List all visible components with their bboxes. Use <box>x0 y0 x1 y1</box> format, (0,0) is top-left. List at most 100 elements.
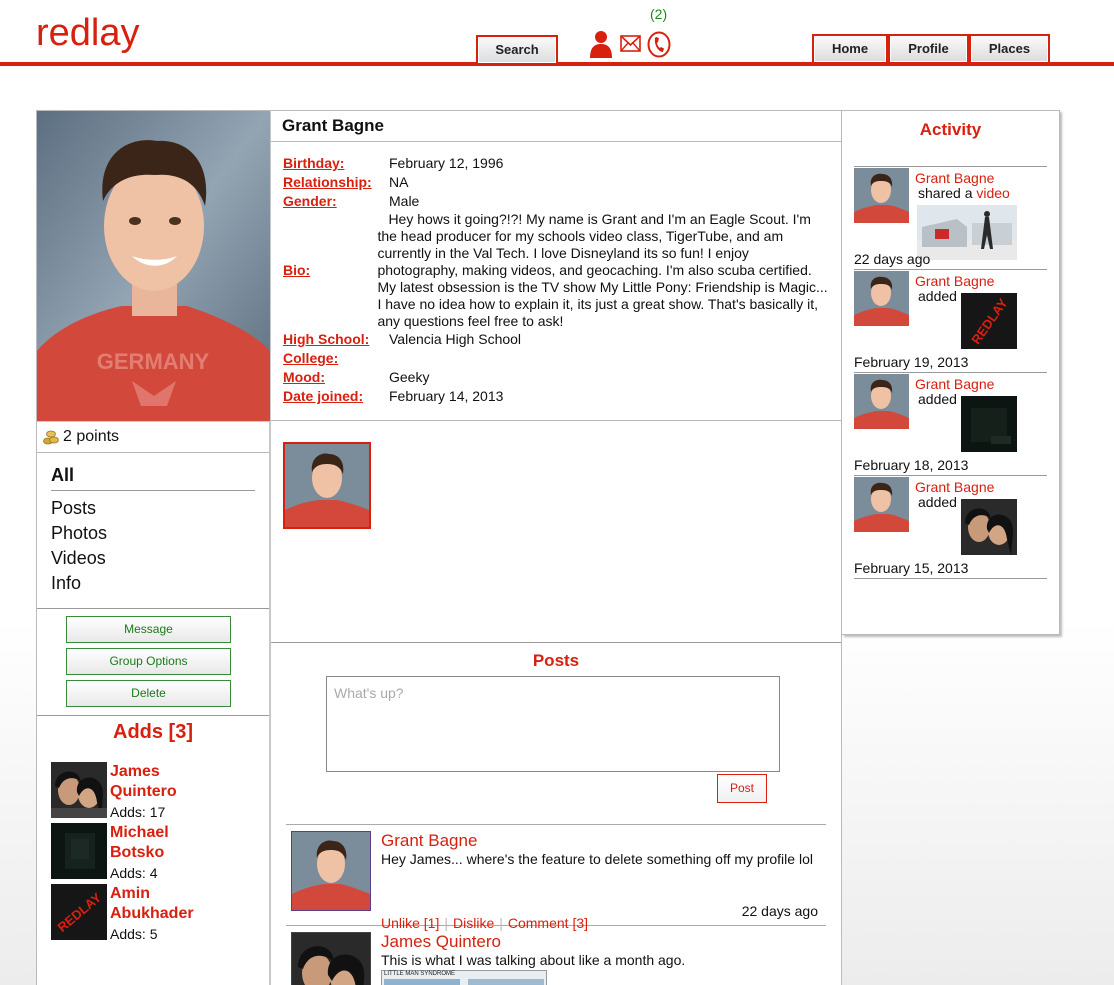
unlike-link[interactable]: Unlike [1] <box>381 915 439 931</box>
dislike-link[interactable]: Dislike <box>453 915 494 931</box>
activity-avatar[interactable] <box>854 271 909 326</box>
post-author[interactable]: Grant Bagne <box>381 831 821 851</box>
info-row-birthday: Birthday: February 12, 1996 <box>283 154 841 173</box>
mood-label[interactable]: Mood: <box>283 368 389 387</box>
birthday-label[interactable]: Birthday: <box>283 154 389 173</box>
filter-posts[interactable]: Posts <box>51 496 255 521</box>
couple-photo <box>292 933 370 985</box>
bio-label[interactable]: Bio: <box>283 261 388 280</box>
profile-actions: Message Group Options Delete <box>37 609 269 716</box>
activity-item: Grant Bagne added February 15, 2013 <box>854 475 1047 578</box>
info-row-bio: Bio: Hey hows it going?!?! My name is Gr… <box>283 211 841 330</box>
photo-thumbnail[interactable] <box>283 442 371 529</box>
date-joined-label[interactable]: Date joined: <box>283 387 389 406</box>
activity-user[interactable]: Grant Bagne <box>915 479 994 495</box>
college-label[interactable]: College: <box>283 349 389 368</box>
add-avatar[interactable]: REDLAY <box>51 884 107 940</box>
info-row-gender: Gender: Male <box>283 192 841 211</box>
search-button[interactable]: Search <box>476 35 558 63</box>
friend-requests-icon[interactable] <box>589 30 613 58</box>
nav-home-button[interactable]: Home <box>812 34 888 62</box>
portrait-thumbnail <box>854 271 909 326</box>
activity-user[interactable]: Grant Bagne <box>915 376 994 392</box>
activity-video-thumbnail[interactable] <box>917 205 1017 260</box>
group-options-button[interactable]: Group Options <box>66 648 231 675</box>
high-school-label[interactable]: High School: <box>283 330 389 349</box>
filter-info[interactable]: Info <box>51 571 255 596</box>
posts-title: Posts <box>532 651 580 670</box>
info-row-date-joined: Date joined: February 14, 2013 <box>283 387 841 406</box>
add-last-name[interactable]: Quintero <box>110 782 210 802</box>
couple-photo <box>51 762 107 818</box>
site-logo[interactable]: redlay <box>36 12 140 55</box>
messages-icon[interactable] <box>620 35 641 52</box>
author-portrait <box>292 832 370 910</box>
activity-list: Grant Bagne shared a video 22 days ago G… <box>854 166 1047 579</box>
activity-avatar[interactable] <box>854 477 909 532</box>
activity-video-link[interactable]: video <box>976 185 1009 201</box>
add-item[interactable]: James Quintero Adds: 17 <box>51 762 269 823</box>
activity-verb: added <box>918 391 957 407</box>
add-item[interactable]: REDLAY Amin Abukhader Adds: 5 <box>51 884 269 945</box>
post-attached-image[interactable]: LITTLE MAN SYNDROME <box>381 970 547 985</box>
activity-user[interactable]: Grant Bagne <box>915 273 994 289</box>
post-button[interactable]: Post <box>717 774 767 803</box>
add-first-name[interactable]: James <box>110 762 210 782</box>
points-text: 2 points <box>63 428 120 445</box>
post-author-avatar[interactable] <box>291 932 371 985</box>
bio-value: Hey hows it going?!?! My name is Grant a… <box>377 211 828 329</box>
relationship-label[interactable]: Relationship: <box>283 173 389 192</box>
filter-photos[interactable]: Photos <box>51 521 255 546</box>
add-last-name[interactable]: Abukhader <box>110 904 210 924</box>
activity-added-image[interactable] <box>961 499 1017 555</box>
activity-date: 22 days ago <box>854 251 931 267</box>
activity-avatar[interactable] <box>854 168 909 223</box>
add-avatar[interactable] <box>51 823 107 879</box>
notifications-phone-icon[interactable] <box>647 31 671 58</box>
redlay-badge-image: REDLAY <box>961 293 1017 349</box>
high-school-value: Valencia High School <box>389 331 522 347</box>
message-button[interactable]: Message <box>66 616 231 643</box>
mood-value: Geeky <box>389 369 430 385</box>
add-first-name[interactable]: Michael <box>110 823 210 843</box>
post-author[interactable]: James Quintero <box>381 932 821 952</box>
post-input[interactable]: What's up? <box>326 676 780 772</box>
comic-caption: LITTLE MAN SYNDROME <box>384 971 456 977</box>
activity-verb: added <box>918 288 957 304</box>
activity-added-image[interactable] <box>961 396 1017 452</box>
activity-date: February 19, 2013 <box>854 354 969 370</box>
dark-photo <box>51 823 107 879</box>
add-last-name[interactable]: Botsko <box>110 843 210 863</box>
add-item[interactable]: Michael Botsko Adds: 4 <box>51 823 269 884</box>
activity-verb: added <box>918 494 957 510</box>
couple-photo <box>961 499 1017 555</box>
redlay-default-avatar: REDLAY <box>51 884 107 940</box>
add-avatar[interactable] <box>51 762 107 818</box>
delete-button[interactable]: Delete <box>66 680 231 707</box>
filter-all[interactable]: All <box>51 465 255 491</box>
points-display: 2 points <box>37 421 269 453</box>
add-count: Adds: 17 <box>110 804 166 820</box>
add-count: Adds: 4 <box>110 865 158 881</box>
nav-profile-button[interactable]: Profile <box>888 34 969 62</box>
filter-videos[interactable]: Videos <box>51 546 255 571</box>
date-joined-value: February 14, 2013 <box>389 388 504 404</box>
post-author-avatar[interactable] <box>291 831 371 911</box>
adds-title[interactable]: Adds [3] <box>37 721 269 744</box>
add-first-name[interactable]: Amin <box>110 884 210 904</box>
nav-places-button[interactable]: Places <box>969 34 1050 62</box>
gender-label[interactable]: Gender: <box>283 192 389 211</box>
activity-added-image[interactable]: REDLAY <box>961 293 1017 349</box>
profile-photo[interactable]: GERMANY <box>37 111 270 421</box>
profile-main: Grant Bagne Birthday: February 12, 1996 … <box>271 110 842 985</box>
portrait-thumbnail <box>285 444 369 527</box>
feed-post: James Quintero This is what I was talkin… <box>286 925 826 985</box>
comment-link[interactable]: Comment [3] <box>508 915 588 931</box>
activity-date: February 15, 2013 <box>854 560 969 576</box>
activity-user[interactable]: Grant Bagne <box>915 170 994 186</box>
activity-avatar[interactable] <box>854 374 909 429</box>
activity-title: Activity <box>919 120 982 139</box>
post-text: Hey James... where's the feature to dele… <box>381 851 813 867</box>
dark-image <box>961 396 1017 452</box>
video-thumbnail-image <box>917 205 1017 260</box>
